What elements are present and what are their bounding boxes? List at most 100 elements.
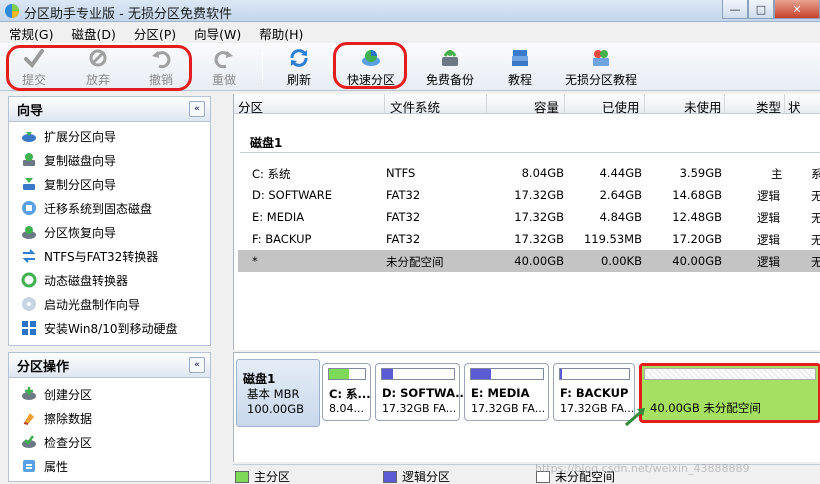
menu-disk[interactable]: 磁盘(D): [62, 24, 124, 43]
wizard-collapse-button[interactable]: «: [189, 101, 205, 117]
table-row[interactable]: F: BACKUP FAT32 17.32GB 119.53MB 17.20GB…: [238, 228, 820, 250]
watermark: https://blog.csdn.net/weixin_43888889: [535, 462, 750, 475]
table-row[interactable]: C: 系统 NTFS 8.04GB 4.44GB 3.59GB 主 系: [238, 162, 820, 184]
disk-info-box[interactable]: 磁盘1 基本 MBR 100.00GB: [236, 359, 320, 427]
legend-swatch: [235, 470, 249, 483]
wizard-boot-cd[interactable]: 启动光盘制作向导: [9, 292, 210, 316]
ops-panel-body: 创建分区 擦除数据 检查分区 属性: [8, 378, 211, 482]
wizard-panel-body: 扩展分区向导 复制磁盘向导 复制分区向导 迁移系统到固态磁盘 分区恢复向导 NT…: [8, 122, 211, 346]
toolbar-separator: [262, 51, 263, 83]
partition-block-f[interactable]: F: BACKUP 17.32GB FA...: [553, 363, 635, 421]
refresh-button[interactable]: 刷新: [287, 47, 311, 89]
wipe-data-icon: [23, 413, 34, 425]
title-bar: 分区助手专业版 - 无损分区免费软件 — □ ✕: [0, 0, 820, 22]
legend-logical: 逻辑分区: [383, 468, 450, 484]
tutorial-label: 教程: [508, 73, 533, 87]
highlight-oval-edit-actions: [6, 45, 192, 91]
backup-icon: [442, 50, 458, 66]
wizard-partition-recovery[interactable]: 分区恢复向导: [9, 220, 210, 244]
col-used[interactable]: 已使用: [602, 97, 640, 116]
menu-partition[interactable]: 分区(P): [125, 24, 185, 43]
free-backup-button[interactable]: 免费备份: [426, 47, 474, 89]
wizard-ntfs-fat32[interactable]: NTFS与FAT32转换器: [9, 244, 210, 268]
table-row-selected[interactable]: * 未分配空间 40.00GB 0.00KB 40.00GB 逻辑 无: [238, 250, 820, 272]
check-partition-icon: [22, 435, 36, 448]
tutorial-button[interactable]: 教程: [508, 47, 532, 89]
col-partition[interactable]: 分区: [238, 97, 263, 116]
migrate-os-icon: [22, 201, 36, 215]
usage-bar: [381, 368, 455, 380]
menu-general[interactable]: 常规(G): [0, 24, 62, 43]
dynamic-disk-icon: [21, 272, 37, 288]
op-wipe-data[interactable]: 擦除数据: [9, 406, 210, 430]
wizard-copy-disk[interactable]: 复制磁盘向导: [9, 148, 210, 172]
free-backup-label: 免费备份: [426, 73, 475, 87]
op-check-partition[interactable]: 检查分区: [9, 430, 210, 454]
app-icon: [5, 4, 19, 18]
wizard-panel-header: 向导 «: [8, 96, 211, 122]
windows-icon: [22, 321, 36, 335]
copy-disk-icon: [23, 153, 35, 166]
col-free[interactable]: 未使用: [684, 97, 722, 116]
legend-primary: 主分区: [235, 468, 290, 484]
lossless-tutorial-button[interactable]: 无损分区教程: [565, 47, 637, 89]
wizard-copy-partition[interactable]: 复制分区向导: [9, 172, 210, 196]
window-title: 分区助手专业版 - 无损分区免费软件: [24, 7, 232, 22]
menu-help[interactable]: 帮助(H): [250, 24, 312, 43]
extend-partition-icon: [22, 132, 36, 142]
table-row[interactable]: D: SOFTWARE FAT32 17.32GB 2.64GB 14.68GB…: [238, 184, 820, 206]
ops-panel-title: 分区操作: [17, 359, 70, 375]
wizard-extend-partition[interactable]: 扩展分区向导: [9, 124, 210, 148]
wizard-panel-title: 向导: [17, 103, 44, 119]
partition-block-e[interactable]: E: MEDIA 17.32GB FA...: [464, 363, 549, 421]
wizard-dynamic-disk[interactable]: 动态磁盘转换器: [9, 268, 210, 292]
copy-partition-icon: [23, 178, 35, 190]
column-header: 分区 文件系统 容量 已使用 未使用 类型 状: [234, 94, 820, 116]
partition-block-c[interactable]: C: 系... 8.04...: [322, 363, 371, 421]
usage-bar: [328, 368, 366, 380]
usage-bar: [644, 368, 816, 380]
maximize-button[interactable]: □: [748, 0, 774, 19]
wizard-install-win-usb[interactable]: 安装Win8/10到移动硬盘: [9, 316, 210, 340]
menu-bar: 常规(G) 磁盘(D) 分区(P) 向导(W) 帮助(H): [0, 23, 820, 43]
minimize-button[interactable]: —: [722, 0, 748, 19]
col-capacity[interactable]: 容量: [534, 97, 559, 116]
op-properties[interactable]: 属性: [9, 454, 210, 478]
menu-wizard[interactable]: 向导(W): [185, 24, 250, 43]
usage-bar: [559, 368, 630, 380]
lossless-tutorial-icon: [593, 50, 609, 66]
disk-type: 基本 MBR: [247, 387, 300, 401]
partition-recovery-icon: [22, 226, 36, 239]
disk-size: 100.00GB: [247, 402, 305, 416]
close-button[interactable]: ✕: [774, 0, 820, 19]
op-create-partition[interactable]: 创建分区: [9, 382, 210, 406]
lossless-tutorial-label: 无损分区教程: [565, 73, 638, 87]
partition-block-d[interactable]: D: SOFTWA... 17.32GB FA...: [375, 363, 468, 421]
convert-icon: [22, 249, 36, 263]
disk-map: 磁盘1 基本 MBR 100.00GB C: 系... 8.04... D: S…: [233, 352, 820, 462]
redo-icon: [214, 51, 233, 69]
disk-name: 磁盘1: [243, 372, 276, 386]
partition-list: 分区 文件系统 容量 已使用 未使用 类型 状 磁盘1 C: 系统 NTFS 8…: [233, 94, 820, 350]
left-panel: 向导 « 扩展分区向导 复制磁盘向导 复制分区向导 迁移系统到固态磁盘 分区恢复…: [8, 96, 211, 484]
legend-swatch: [383, 470, 397, 483]
table-row[interactable]: E: MEDIA FAT32 17.32GB 4.84GB 12.48GB 逻辑…: [238, 206, 820, 228]
col-filesystem[interactable]: 文件系统: [390, 97, 440, 116]
col-status[interactable]: 状: [788, 97, 801, 116]
ops-collapse-button[interactable]: «: [189, 357, 205, 373]
highlight-oval-quick-partition: [333, 42, 407, 89]
partition-block-unallocated[interactable]: 40.00GB 未分配空间: [639, 363, 820, 423]
ops-panel-header: 分区操作 «: [8, 352, 211, 378]
wizard-migrate-os[interactable]: 迁移系统到固态磁盘: [9, 196, 210, 220]
pointer-arrow-icon: [625, 408, 645, 427]
properties-icon: [23, 460, 35, 472]
redo-button[interactable]: 重做: [212, 47, 236, 89]
tutorial-icon: [512, 50, 528, 66]
refresh-icon: [290, 49, 308, 67]
refresh-label: 刷新: [287, 73, 312, 87]
disk-group-divider: [240, 152, 820, 153]
redo-label: 重做: [212, 73, 237, 87]
usage-bar: [470, 368, 544, 380]
col-type[interactable]: 类型: [756, 97, 781, 116]
disk-group-label: 磁盘1: [250, 136, 283, 150]
